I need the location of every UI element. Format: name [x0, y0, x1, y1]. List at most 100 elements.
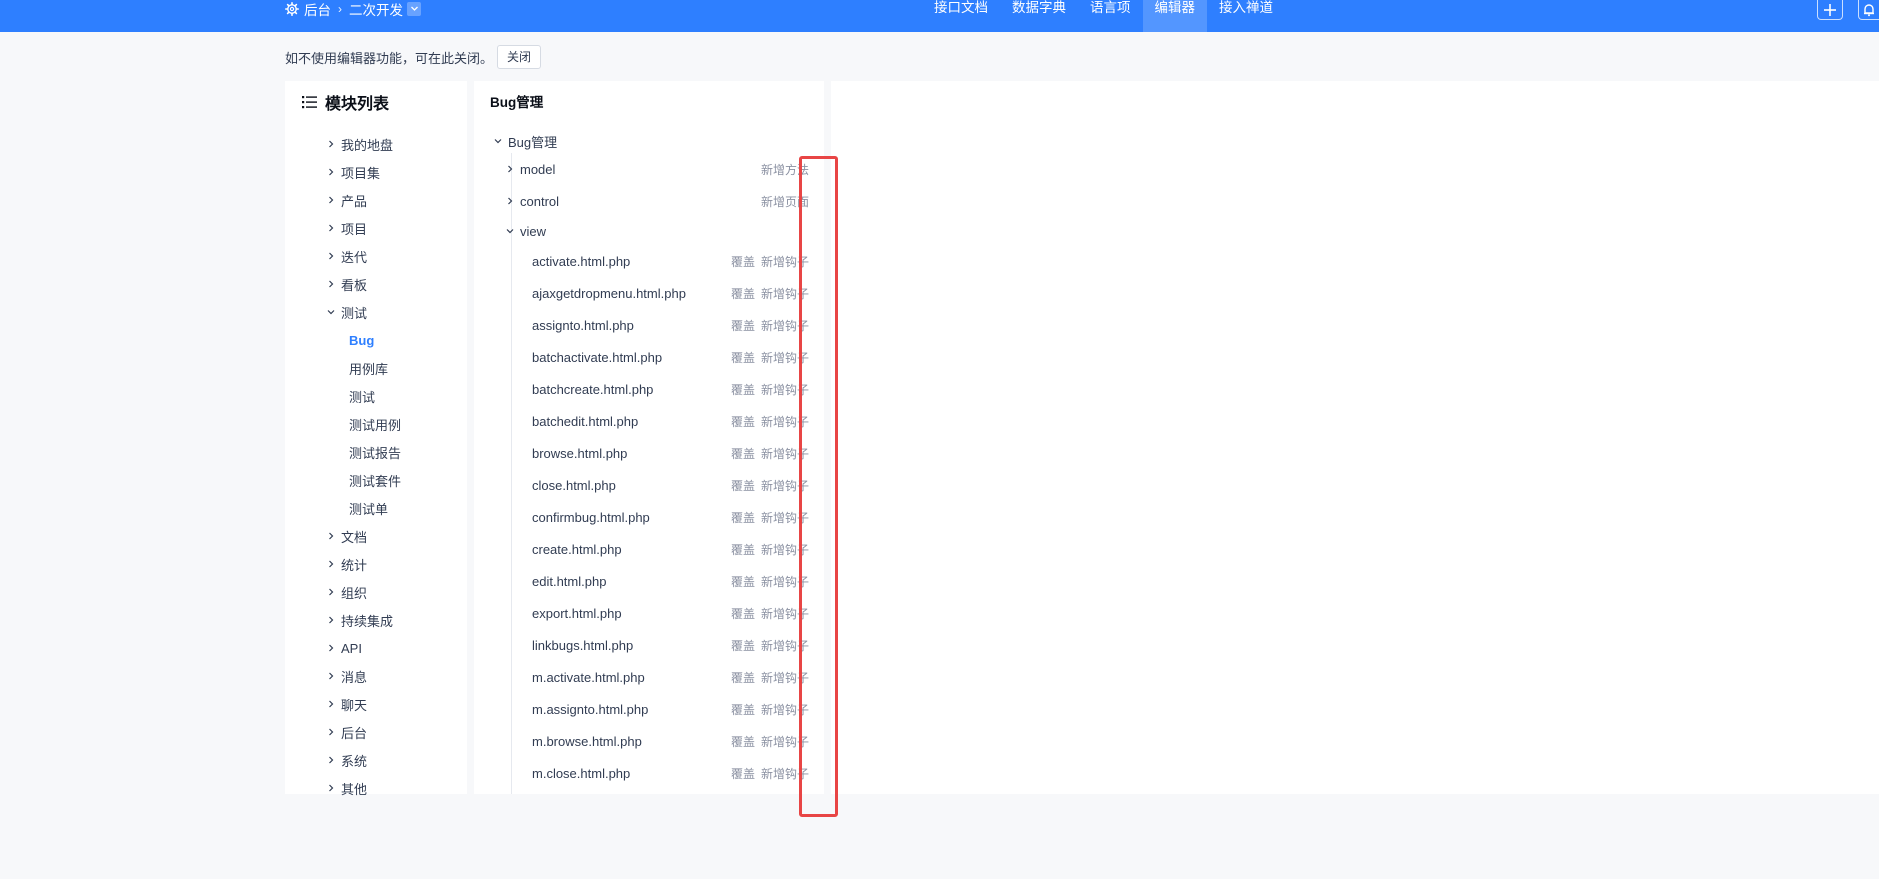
module-item-qa[interactable]: 测试	[325, 302, 367, 322]
file-row[interactable]: edit.html.php 覆盖 新增钩子	[532, 571, 809, 591]
override-link[interactable]: 覆盖	[731, 509, 755, 526]
add-hook-link[interactable]: 新增钩子	[761, 701, 809, 718]
sub-item-testtask-home[interactable]: 测试	[349, 386, 375, 406]
module-item-project[interactable]: 项目	[325, 218, 367, 238]
add-hook-link[interactable]: 新增钩子	[761, 253, 809, 270]
file-name: export.html.php	[532, 605, 622, 621]
file-row[interactable]: browse.html.php 覆盖 新增钩子	[532, 443, 809, 463]
add-hook-link[interactable]: 新增钩子	[761, 381, 809, 398]
sub-item-bug[interactable]: Bug	[349, 330, 374, 350]
file-name: assignto.html.php	[532, 317, 634, 333]
sub-item-testreport[interactable]: 测试报告	[349, 442, 401, 462]
override-link[interactable]: 覆盖	[731, 285, 755, 302]
tree-node-control[interactable]: control 新增页面	[504, 191, 809, 211]
module-item-system[interactable]: 系统	[325, 750, 367, 770]
add-hook-link[interactable]: 新增钩子	[761, 349, 809, 366]
notification-button[interactable]	[1858, 0, 1879, 20]
bell-icon	[1864, 3, 1874, 16]
module-item-report[interactable]: 统计	[325, 554, 367, 574]
module-item-product[interactable]: 产品	[325, 190, 367, 210]
file-row[interactable]: close.html.php 覆盖 新增钩子	[532, 475, 809, 495]
close-editor-button[interactable]: 关闭	[497, 45, 542, 69]
override-link[interactable]: 覆盖	[731, 317, 755, 334]
file-row[interactable]: confirmbug.html.php 覆盖 新增钩子	[532, 507, 809, 527]
sub-item-testcase[interactable]: 测试用例	[349, 414, 401, 434]
module-item-chat[interactable]: 聊天	[325, 694, 367, 714]
breadcrumb-current[interactable]: 二次开发	[349, 0, 403, 19]
override-link[interactable]: 覆盖	[731, 413, 755, 430]
module-item-execution[interactable]: 迭代	[325, 246, 367, 266]
tab-editor[interactable]: 编辑器	[1142, 0, 1207, 32]
override-link[interactable]: 覆盖	[731, 445, 755, 462]
file-row[interactable]: activate.html.php 覆盖 新增钩子	[532, 251, 809, 271]
override-link[interactable]: 覆盖	[731, 701, 755, 718]
override-link[interactable]: 覆盖	[731, 349, 755, 366]
sub-item-testtask[interactable]: 测试单	[349, 498, 388, 518]
override-link[interactable]: 覆盖	[731, 669, 755, 686]
chevron-right-icon	[325, 784, 337, 792]
add-hook-link[interactable]: 新增钩子	[761, 317, 809, 334]
module-item-api[interactable]: API	[325, 638, 362, 658]
override-link[interactable]: 覆盖	[731, 637, 755, 654]
override-link[interactable]: 覆盖	[731, 765, 755, 782]
module-item-doc[interactable]: 文档	[325, 526, 367, 546]
file-row[interactable]: assignto.html.php 覆盖 新增钩子	[532, 315, 809, 335]
file-row[interactable]: linkbugs.html.php 覆盖 新增钩子	[532, 635, 809, 655]
file-row[interactable]: m.assignto.html.php 覆盖 新增钩子	[532, 699, 809, 719]
override-link[interactable]: 覆盖	[731, 605, 755, 622]
file-name: linkbugs.html.php	[532, 637, 634, 653]
chevron-right-icon	[325, 224, 337, 232]
add-hook-link[interactable]: 新增钩子	[761, 573, 809, 590]
add-button[interactable]	[1817, 0, 1843, 20]
add-hook-link[interactable]: 新增钩子	[761, 637, 809, 654]
add-hook-link[interactable]: 新增钩子	[761, 669, 809, 686]
file-row[interactable]: m.browse.html.php 覆盖 新增钩子	[532, 731, 809, 751]
add-hook-link[interactable]: 新增钩子	[761, 445, 809, 462]
file-row[interactable]: create.html.php 覆盖 新增钩子	[532, 539, 809, 559]
tab-integrate-zentao[interactable]: 接入禅道	[1207, 0, 1285, 32]
tab-data-dictionary[interactable]: 数据字典	[1000, 0, 1078, 32]
module-item-kanban[interactable]: 看板	[325, 274, 367, 294]
module-item-my[interactable]: 我的地盘	[325, 134, 393, 154]
file-row[interactable]: m.close.html.php 覆盖 新增钩子	[532, 763, 809, 783]
add-hook-link[interactable]: 新增钩子	[761, 285, 809, 302]
file-row[interactable]: batchedit.html.php 覆盖 新增钩子	[532, 411, 809, 431]
override-link[interactable]: 覆盖	[731, 541, 755, 558]
tree-root-bug[interactable]: Bug管理	[492, 131, 557, 151]
tree-node-view[interactable]: view	[504, 221, 809, 241]
override-link[interactable]: 覆盖	[731, 573, 755, 590]
file-row[interactable]: export.html.php 覆盖 新增钩子	[532, 603, 809, 623]
add-hook-link[interactable]: 新增钩子	[761, 477, 809, 494]
module-item-other[interactable]: 其他	[325, 778, 367, 798]
file-row[interactable]: m.activate.html.php 覆盖 新增钩子	[532, 667, 809, 687]
tree-node-model[interactable]: model 新增方法	[504, 159, 809, 179]
tab-language-items[interactable]: 语言项	[1078, 0, 1143, 32]
module-item-devops[interactable]: 持续集成	[325, 610, 393, 630]
add-hook-link[interactable]: 新增钩子	[761, 413, 809, 430]
sub-item-testsuite[interactable]: 测试套件	[349, 470, 401, 490]
chevron-down-icon[interactable]	[407, 1, 421, 16]
add-hook-link[interactable]: 新增钩子	[761, 605, 809, 622]
chevron-right-icon	[325, 532, 337, 540]
tab-api-docs[interactable]: 接口文档	[922, 0, 1000, 32]
add-hook-link[interactable]: 新增钩子	[761, 541, 809, 558]
file-row[interactable]: batchactivate.html.php 覆盖 新增钩子	[532, 347, 809, 367]
breadcrumb-root[interactable]: 后台	[304, 0, 331, 19]
module-item-company[interactable]: 组织	[325, 582, 367, 602]
add-page-link[interactable]: 新增页面	[761, 193, 809, 210]
module-item-program[interactable]: 项目集	[325, 162, 380, 182]
add-hook-link[interactable]: 新增钩子	[761, 509, 809, 526]
editor-notice: 如不使用编辑器功能，可在此关闭。 关闭	[285, 45, 542, 69]
add-hook-link[interactable]: 新增钩子	[761, 765, 809, 782]
add-method-link[interactable]: 新增方法	[761, 161, 809, 178]
override-link[interactable]: 覆盖	[731, 477, 755, 494]
sub-item-caselib[interactable]: 用例库	[349, 358, 388, 378]
override-link[interactable]: 覆盖	[731, 253, 755, 270]
override-link[interactable]: 覆盖	[731, 381, 755, 398]
module-item-admin[interactable]: 后台	[325, 722, 367, 742]
override-link[interactable]: 覆盖	[731, 733, 755, 750]
add-hook-link[interactable]: 新增钩子	[761, 733, 809, 750]
file-row[interactable]: batchcreate.html.php 覆盖 新增钩子	[532, 379, 809, 399]
module-item-message[interactable]: 消息	[325, 666, 367, 686]
file-row[interactable]: ajaxgetdropmenu.html.php 覆盖 新增钩子	[532, 283, 809, 303]
